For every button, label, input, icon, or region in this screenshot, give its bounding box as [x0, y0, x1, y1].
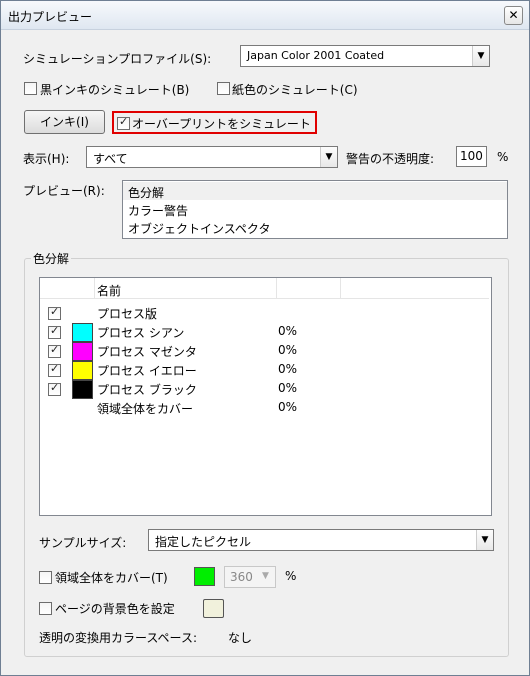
display-dropdown[interactable]: すべて ▼	[86, 146, 338, 168]
table-row[interactable]: プロセス イエロー 0%	[40, 361, 489, 380]
row-checkbox[interactable]	[48, 362, 61, 377]
sample-size-label: サンプルサイズ:	[39, 536, 127, 550]
row-name: プロセス イエロー	[97, 364, 197, 378]
column-header-name[interactable]: 名前	[95, 278, 277, 298]
display-value: すべて	[93, 152, 128, 166]
paper-color-label: 紙色のシミュレート(C)	[232, 83, 358, 97]
preview-item-label: カラー警告	[128, 204, 189, 218]
page-bg-label: ページの背景色を設定	[55, 602, 175, 616]
transparency-label: 透明の変換用カラースペース:	[39, 631, 198, 645]
title-bar: 出力プレビュー ✕	[1, 1, 529, 30]
ink-button[interactable]: インキ(I)	[24, 110, 105, 134]
table-row[interactable]: 領域全体をカバー 0%	[40, 399, 489, 417]
total-coverage-color-swatch[interactable]	[194, 567, 215, 586]
black-ink-label: 黒インキのシミュレート(B)	[40, 83, 190, 97]
warn-opacity-percent: %	[497, 150, 509, 164]
row-checkbox[interactable]	[48, 381, 61, 396]
chevron-down-icon: ▼	[320, 147, 337, 167]
row-percent: 0%	[278, 343, 298, 357]
preview-label: プレビュー(R):	[23, 184, 105, 198]
close-icon[interactable]: ✕	[504, 6, 523, 25]
row-name: プロセス版	[97, 307, 158, 321]
page-bg-checkbox[interactable]	[39, 602, 52, 615]
row-checkbox[interactable]	[48, 305, 61, 320]
chevron-down-icon: ▼	[476, 530, 493, 550]
separations-table-header: 名前	[40, 278, 489, 299]
column-header-name-label: 名前	[97, 284, 122, 298]
warn-opacity-input[interactable]: 100	[456, 146, 487, 167]
sample-size-value: 指定したピクセル	[155, 535, 252, 549]
preview-item-color-warning[interactable]: カラー警告	[123, 200, 507, 218]
row-checkbox[interactable]	[48, 324, 61, 339]
black-swatch	[72, 380, 93, 399]
row-percent: 0%	[278, 381, 298, 395]
table-row[interactable]: プロセス版	[40, 304, 489, 322]
overprint-label: オーバープリントをシミュレート	[132, 117, 311, 131]
preview-item-label: オブジェクトインスペクタ	[128, 222, 271, 236]
row-percent: 0%	[278, 400, 298, 414]
total-coverage-value-dropdown[interactable]: 360 ▼	[224, 566, 276, 588]
row-checkbox[interactable]	[48, 343, 61, 358]
preview-item-object-inspector[interactable]: オブジェクトインスペクタ	[123, 218, 507, 236]
row-percent: 0%	[278, 362, 298, 376]
separations-table[interactable]: 名前 プロセス版 プロセス シアン 0% プロセス マゼンタ 0%	[39, 277, 492, 516]
paper-color-checkbox[interactable]	[217, 82, 230, 95]
sample-size-dropdown[interactable]: 指定したピクセル ▼	[148, 529, 494, 551]
separations-group-label: 色分解	[31, 250, 72, 267]
column-header-extra[interactable]	[341, 278, 489, 298]
warn-opacity-label: 警告の不透明度:	[346, 152, 435, 166]
black-ink-checkbox[interactable]	[24, 82, 37, 95]
total-coverage-value: 360	[230, 570, 253, 584]
preview-item-separations[interactable]: 色分解	[123, 182, 507, 200]
total-coverage-checkbox[interactable]	[39, 571, 52, 584]
chevron-down-icon: ▼	[472, 46, 489, 66]
chevron-down-icon: ▼	[262, 571, 269, 581]
row-percent: 0%	[278, 324, 298, 338]
row-name: 領域全体をカバー	[97, 402, 194, 416]
preview-item-label: 色分解	[128, 186, 165, 200]
preview-listbox[interactable]: 色分解 カラー警告 オブジェクトインスペクタ	[122, 180, 508, 239]
column-header-percent[interactable]	[277, 278, 341, 298]
output-preview-window: 出力プレビュー ✕ シミュレーションプロファイル(S): Japan Color…	[0, 0, 530, 676]
total-coverage-percent: %	[285, 569, 297, 583]
display-label: 表示(H):	[23, 152, 70, 166]
row-name: プロセス ブラック	[97, 383, 197, 397]
table-row[interactable]: プロセス シアン 0%	[40, 323, 489, 342]
row-name: プロセス シアン	[97, 326, 185, 340]
table-row[interactable]: プロセス マゼンタ 0%	[40, 342, 489, 361]
overprint-checkbox[interactable]	[117, 115, 130, 130]
simulation-profile-value: Japan Color 2001 Coated	[247, 49, 385, 62]
transparency-value: なし	[228, 631, 253, 645]
window-title: 出力プレビュー	[8, 10, 93, 24]
simulation-profile-label: シミュレーションプロファイル(S):	[23, 52, 212, 66]
cyan-swatch	[72, 323, 93, 342]
table-row[interactable]: プロセス ブラック 0%	[40, 380, 489, 399]
simulation-profile-dropdown[interactable]: Japan Color 2001 Coated ▼	[240, 45, 490, 67]
page-bg-color-swatch[interactable]	[203, 599, 224, 618]
row-name: プロセス マゼンタ	[97, 345, 197, 359]
warn-opacity-value: 100	[460, 149, 483, 163]
total-coverage-label: 領域全体をカバー(T)	[55, 571, 168, 585]
column-header-swatch[interactable]	[40, 278, 95, 298]
yellow-swatch	[72, 361, 93, 380]
magenta-swatch	[72, 342, 93, 361]
